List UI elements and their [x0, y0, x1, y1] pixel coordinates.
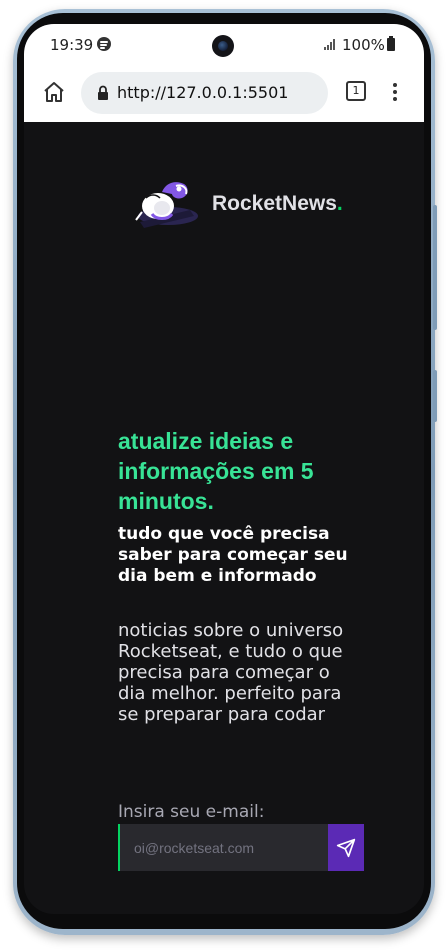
brand-dot: . — [336, 192, 343, 215]
brand-text: RocketNews — [212, 192, 337, 215]
headline: atualize ideias e informações em 5 minut… — [118, 428, 314, 514]
status-time: 19:39 — [50, 36, 94, 54]
subheadline: tudo que você precisa saber para começar… — [118, 524, 348, 586]
send-button[interactable] — [328, 824, 364, 871]
camera-punch-hole — [212, 35, 234, 57]
signal-icon — [324, 38, 338, 50]
home-icon[interactable] — [42, 80, 66, 104]
brand-name: RocketNews. — [212, 192, 343, 216]
lock-icon — [98, 85, 108, 100]
tabs-icon[interactable]: 1 — [346, 81, 366, 101]
url-text: http://127.0.0.1:5501 — [117, 83, 289, 102]
subscribe-form — [118, 824, 368, 871]
phone-screen: 19:39 100% http://127.0.0.1:5501 1 Rocke… — [24, 24, 424, 914]
email-input[interactable] — [118, 824, 328, 871]
address-bar[interactable]: http://127.0.0.1:5501 — [81, 72, 328, 114]
battery-icon — [387, 36, 395, 51]
status-bar: 19:39 100% — [24, 24, 424, 66]
rocket-mascot-logo — [135, 182, 198, 228]
description: noticias sobre o universo Rocketseat, e … — [118, 620, 344, 725]
browser-toolbar: http://127.0.0.1:5501 1 — [24, 70, 424, 122]
phone-side-button — [433, 205, 437, 330]
send-icon — [336, 838, 356, 857]
phone-side-button — [433, 370, 437, 422]
email-label: Insira seu e-mail: — [118, 802, 265, 822]
spotify-icon — [97, 37, 111, 51]
battery-percentage: 100% — [342, 36, 385, 54]
more-vert-icon[interactable] — [392, 80, 398, 104]
